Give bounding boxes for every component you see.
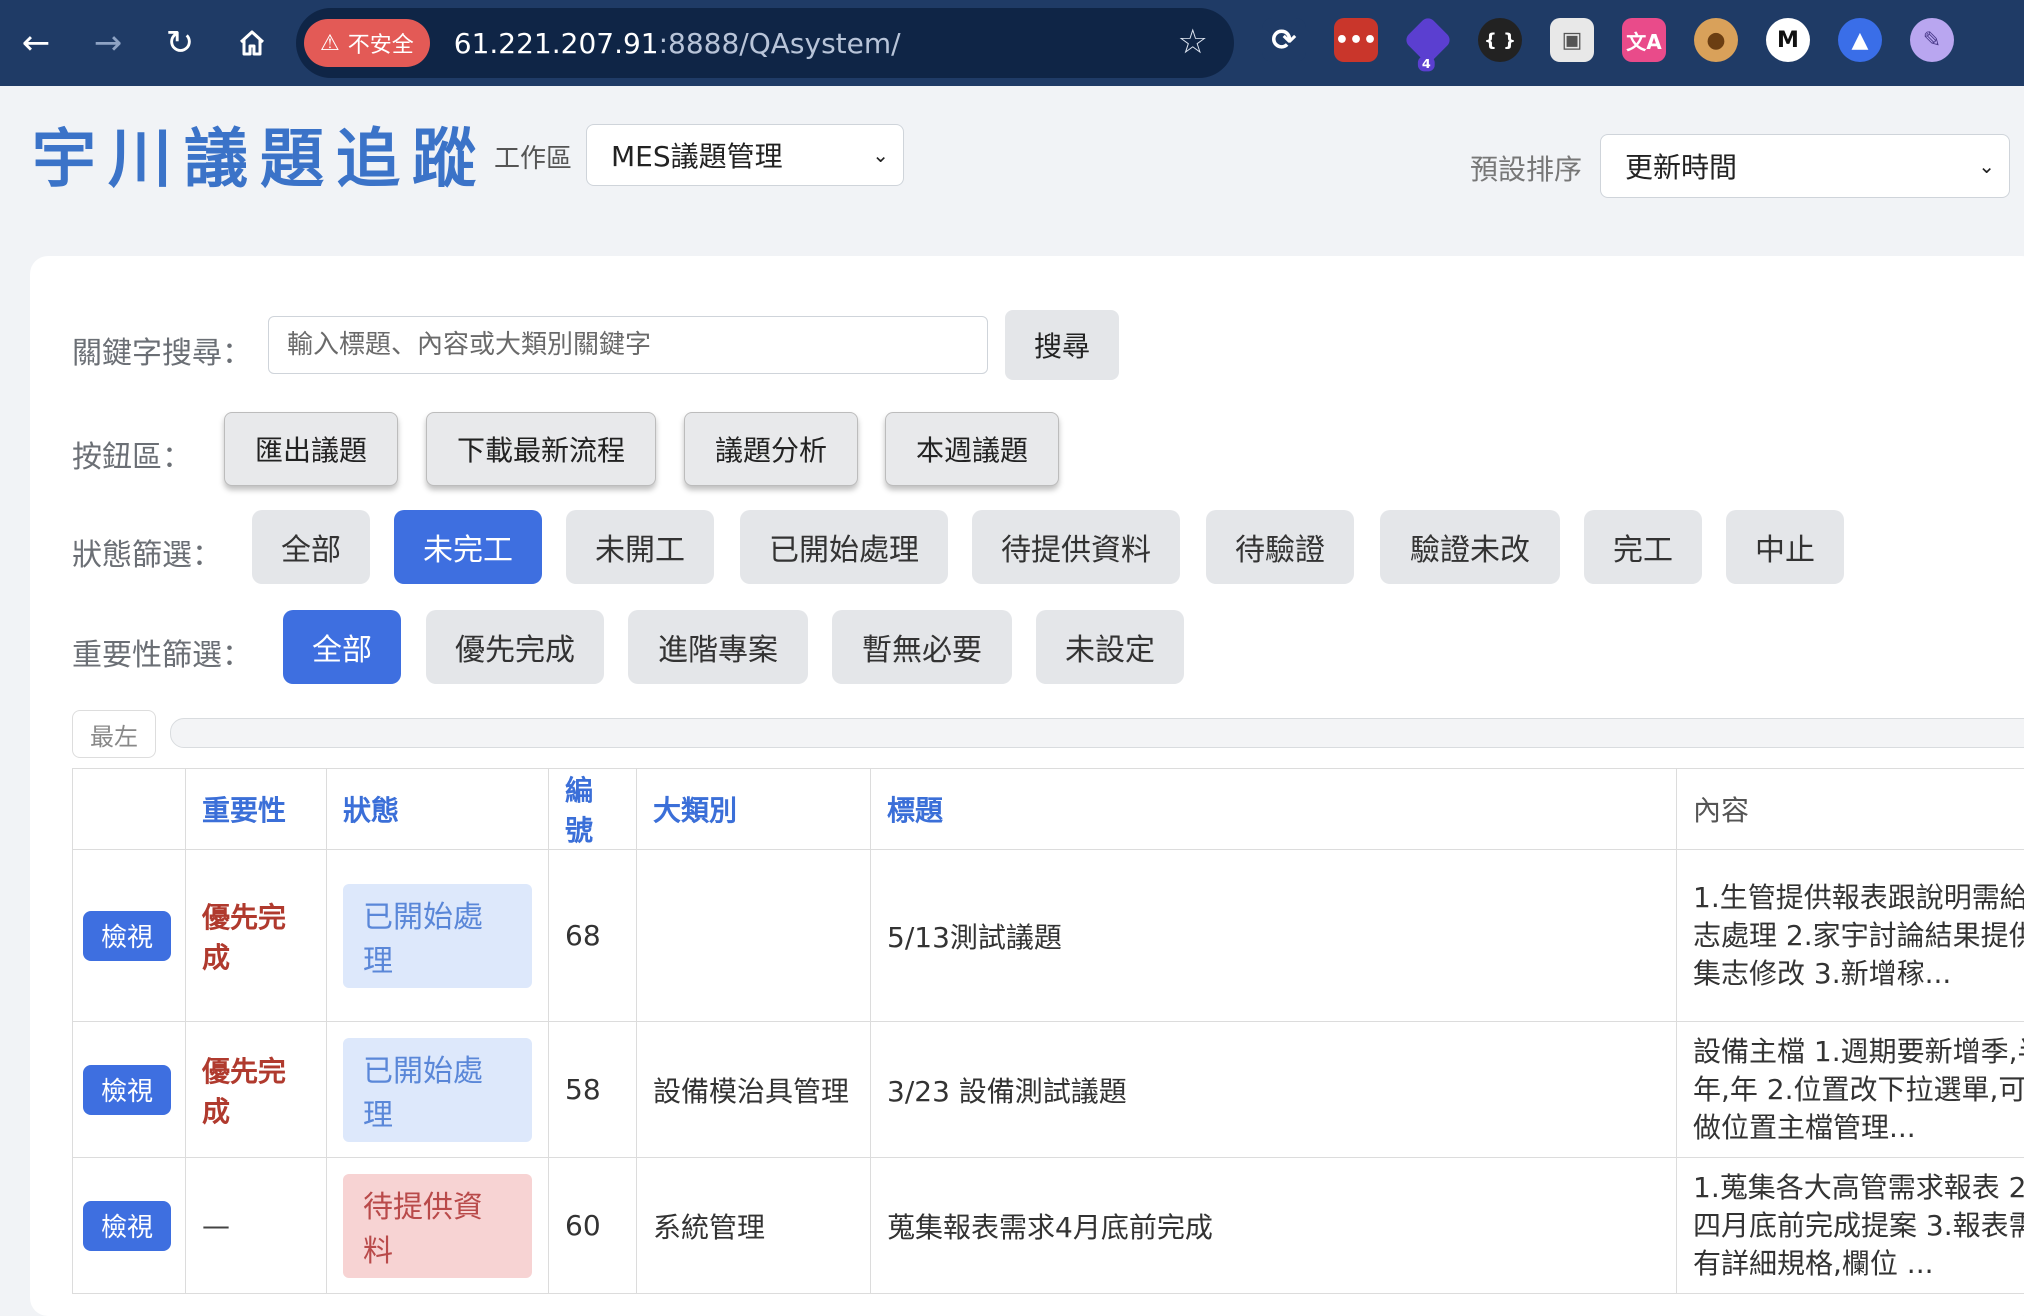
view-button[interactable]: 檢視 [83,911,171,961]
sort-value: 更新時間 [1625,146,1737,186]
category-cell: 設備模治具管理 [637,1022,871,1158]
table-row: 檢視 優先完成 已開始處理 58 設備模治具管理 3/23 設備測試議題 設備主… [73,1022,2024,1158]
reload-icon[interactable]: ↻ [144,0,216,86]
priority-filter-all[interactable]: 全部 [283,610,401,684]
forward-arrow-icon[interactable]: → [72,0,144,86]
m-extension-icon[interactable]: M [1766,18,1810,62]
cookie-extension-icon[interactable]: ● [1694,18,1738,62]
extensions-bar: ⟳ ••• 4 { } ▣ 文A ● M ▲ ✎ [1262,18,1954,62]
priority-cell: 優先完成 [202,1055,286,1128]
chevron-down-icon: ⌄ [872,143,889,167]
search-input[interactable] [268,316,988,374]
extension-badge-icon: 4 [1418,56,1435,71]
view-button[interactable]: 檢視 [83,1201,171,1251]
password-extension-icon[interactable]: ••• [1334,18,1378,62]
warning-icon: ⚠ [320,31,340,56]
home-icon[interactable] [216,0,288,86]
priority-cell: 優先完成 [202,901,286,974]
id-cell: 58 [549,1022,637,1158]
horizontal-scrollbar[interactable] [170,718,2024,748]
sync-extension-icon[interactable]: ⟳ [1262,18,1306,62]
title-cell: 蒐集報表需求4月底前完成 [871,1158,1677,1294]
priority-filter-priority[interactable]: 優先完成 [426,610,604,684]
sort-select[interactable]: 更新時間 ⌄ [1600,134,2010,198]
status-filter-in-progress[interactable]: 已開始處理 [740,510,948,584]
status-badge: 已開始處理 [343,1038,532,1142]
status-badge: 待提供資料 [343,1174,532,1278]
table-header-row: 重要性 狀態 編號 大類別 標題 內容 [73,769,2024,850]
column-header-status[interactable]: 狀態 [327,769,549,850]
issues-table: 重要性 狀態 編號 大類別 標題 內容 檢視 優先完成 已開始處理 68 5/1… [72,768,2024,1294]
star-icon[interactable]: ☆ [1178,22,1208,62]
window-extension-icon[interactable]: ▣ [1550,18,1594,62]
status-filter-complete[interactable]: 完工 [1584,510,1702,584]
column-header-category[interactable]: 大類別 [637,769,871,850]
status-filter-not-started[interactable]: 未開工 [566,510,714,584]
content-cell: 1.蒐集各大高管需求報表 2.四月底前完成提案 3.報表需有詳細規格,欄位 ..… [1677,1158,2024,1294]
translate-extension-icon[interactable]: 文A [1622,18,1666,62]
clipboard-extension-icon[interactable]: ✎ [1910,18,1954,62]
priority-filter-unnecessary[interactable]: 暫無必要 [832,610,1012,684]
column-header-content: 內容 [1677,769,2024,850]
json-extension-icon[interactable]: { } [1478,18,1522,62]
id-cell: 60 [549,1158,637,1294]
back-arrow-icon[interactable]: ← [0,0,72,86]
priority-filter-advanced[interactable]: 進階專案 [628,610,808,684]
column-header-action [73,769,186,850]
table-row: 檢視 優先完成 已開始處理 68 5/13測試議題 1.生管提供報表跟說明需給集… [73,850,2024,1022]
status-filter-stopped[interactable]: 中止 [1726,510,1844,584]
search-label: 關鍵字搜尋： [72,328,252,372]
view-button[interactable]: 檢視 [83,1065,171,1115]
id-cell: 68 [549,850,637,1022]
workspace-select[interactable]: MES議題管理 ⌄ [586,124,904,186]
download-flow-button[interactable]: 下載最新流程 [426,412,656,486]
url-text[interactable]: 61.221.207.91:8888/QAsystem/ [454,27,901,60]
title-cell: 5/13測試議題 [871,850,1677,1022]
diamond-extension-icon[interactable]: 4 [1403,15,1453,65]
security-indicator[interactable]: ⚠ 不安全 [304,19,430,67]
column-header-title[interactable]: 標題 [871,769,1677,850]
status-filter-verify-unfixed[interactable]: 驗證未改 [1380,510,1560,584]
category-cell [637,850,871,1022]
status-filter-all[interactable]: 全部 [252,510,370,584]
sort-label: 預設排序 [1470,148,1582,188]
status-badge: 已開始處理 [343,884,532,988]
status-filter-label: 狀態篩選： [72,530,222,574]
actions-label: 按鈕區： [72,432,192,476]
app-title: 宇川議題追蹤 [32,108,488,200]
title-cell: 3/23 設備測試議題 [871,1022,1677,1158]
security-label: 不安全 [348,27,414,59]
weekly-issues-button[interactable]: 本週議題 [885,412,1059,486]
export-issues-button[interactable]: 匯出議題 [224,412,398,486]
scroll-leftmost-button[interactable]: 最左 [72,710,156,758]
status-filter-incomplete[interactable]: 未完工 [394,510,542,584]
content-cell: 設備主檔 1.週期要新增季,半年,年 2.位置改下拉選單,可以做位置主檔管理..… [1677,1022,2024,1158]
priority-filter-label: 重要性篩選： [72,630,252,674]
chevron-down-icon: ⌄ [1978,154,1995,178]
status-filter-awaiting-data[interactable]: 待提供資料 [972,510,1180,584]
url-host: 61.221.207.91 [454,27,659,60]
issue-analysis-button[interactable]: 議題分析 [684,412,858,486]
url-path: :8888/QAsystem/ [659,27,901,60]
table-row: 檢視 — 待提供資料 60 系統管理 蒐集報表需求4月底前完成 1.蒐集各大高管… [73,1158,2024,1294]
column-header-id[interactable]: 編號 [549,769,637,850]
workspace-value: MES議題管理 [611,135,783,175]
search-button[interactable]: 搜尋 [1005,310,1119,380]
priority-filter-unset[interactable]: 未設定 [1036,610,1184,684]
column-header-priority[interactable]: 重要性 [186,769,327,850]
category-cell: 系統管理 [637,1158,871,1294]
workspace-label: 工作區 [494,138,572,175]
arc-extension-icon[interactable]: ▲ [1838,18,1882,62]
address-bar[interactable]: ⚠ 不安全 61.221.207.91:8888/QAsystem/ ☆ [296,8,1234,78]
priority-cell: — [202,1209,230,1242]
content-cell: 1.生管提供報表跟說明需給集志處理 2.家宇討論結果提供集志修改 3.新增稼..… [1677,850,2024,1022]
browser-toolbar: ← → ↻ ⚠ 不安全 61.221.207.91:8888/QAsystem/… [0,0,2024,86]
status-filter-to-verify[interactable]: 待驗證 [1206,510,1354,584]
